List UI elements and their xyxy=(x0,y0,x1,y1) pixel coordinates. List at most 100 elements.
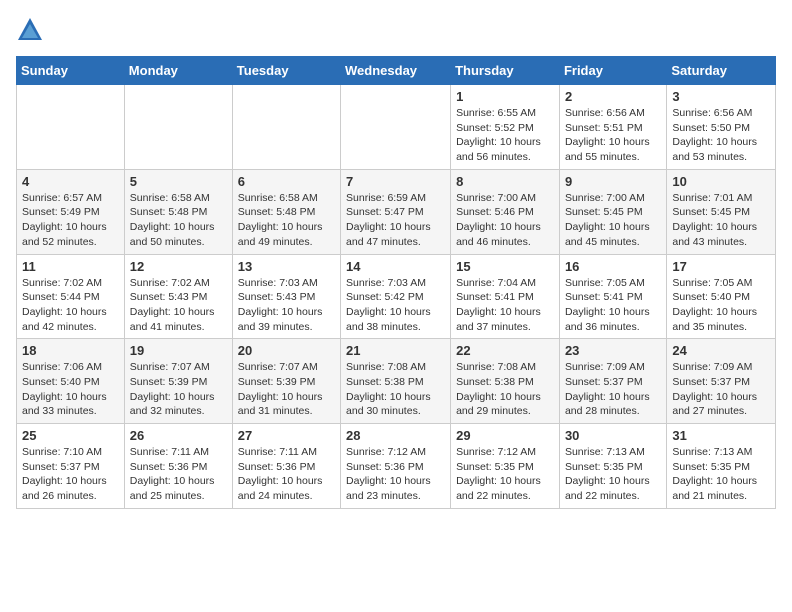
calendar-cell: 25 Sunrise: 7:10 AMSunset: 5:37 PMDayligh… xyxy=(17,424,125,509)
day-number: 25 xyxy=(22,428,119,443)
day-number: 15 xyxy=(456,259,554,274)
day-number: 1 xyxy=(456,89,554,104)
day-number: 6 xyxy=(238,174,335,189)
calendar-cell: 5 Sunrise: 6:58 AMSunset: 5:48 PMDaylight… xyxy=(124,169,232,254)
logo xyxy=(16,16,46,44)
calendar-cell: 13 Sunrise: 7:03 AMSunset: 5:43 PMDayligh… xyxy=(232,254,340,339)
page-header xyxy=(16,16,776,44)
calendar-cell: 11 Sunrise: 7:02 AMSunset: 5:44 PMDayligh… xyxy=(17,254,125,339)
day-info: Sunrise: 7:02 AMSunset: 5:44 PMDaylight:… xyxy=(22,276,119,335)
calendar-cell xyxy=(17,85,125,170)
day-info: Sunrise: 7:02 AMSunset: 5:43 PMDaylight:… xyxy=(130,276,227,335)
weekday-header: Tuesday xyxy=(232,57,340,85)
day-info: Sunrise: 7:07 AMSunset: 5:39 PMDaylight:… xyxy=(238,360,335,419)
day-number: 7 xyxy=(346,174,445,189)
day-number: 14 xyxy=(346,259,445,274)
day-info: Sunrise: 7:13 AMSunset: 5:35 PMDaylight:… xyxy=(565,445,661,504)
weekday-header: Friday xyxy=(559,57,666,85)
day-info: Sunrise: 6:56 AMSunset: 5:50 PMDaylight:… xyxy=(672,106,770,165)
calendar-cell: 29Sunrise: 7:12 AMSunset: 5:35 PMDayligh… xyxy=(451,424,560,509)
day-info: Sunrise: 7:03 AMSunset: 5:43 PMDaylight:… xyxy=(238,276,335,335)
day-number: 13 xyxy=(238,259,335,274)
calendar-cell: 4 Sunrise: 6:57 AMSunset: 5:49 PMDaylight… xyxy=(17,169,125,254)
weekday-header: Thursday xyxy=(451,57,560,85)
calendar-table: SundayMondayTuesdayWednesdayThursdayFrid… xyxy=(16,56,776,509)
day-number: 26 xyxy=(130,428,227,443)
calendar-header-row: SundayMondayTuesdayWednesdayThursdayFrid… xyxy=(17,57,776,85)
day-info: Sunrise: 6:57 AMSunset: 5:49 PMDaylight:… xyxy=(22,191,119,250)
day-info: Sunrise: 6:58 AMSunset: 5:48 PMDaylight:… xyxy=(130,191,227,250)
weekday-header: Saturday xyxy=(667,57,776,85)
calendar-cell: 21 Sunrise: 7:08 AMSunset: 5:38 PMDayligh… xyxy=(341,339,451,424)
day-info: Sunrise: 6:55 AMSunset: 5:52 PMDaylight:… xyxy=(456,106,554,165)
calendar-cell: 15 Sunrise: 7:04 AMSunset: 5:41 PMDayligh… xyxy=(451,254,560,339)
calendar-cell: 2 Sunrise: 6:56 AMSunset: 5:51 PMDaylight… xyxy=(559,85,666,170)
day-number: 8 xyxy=(456,174,554,189)
day-number: 27 xyxy=(238,428,335,443)
calendar-cell: 22Sunrise: 7:08 AMSunset: 5:38 PMDayligh… xyxy=(451,339,560,424)
calendar-cell: 12 Sunrise: 7:02 AMSunset: 5:43 PMDayligh… xyxy=(124,254,232,339)
day-number: 30 xyxy=(565,428,661,443)
day-number: 5 xyxy=(130,174,227,189)
day-info: Sunrise: 7:04 AMSunset: 5:41 PMDaylight:… xyxy=(456,276,554,335)
day-number: 16 xyxy=(565,259,661,274)
day-info: Sunrise: 7:13 AMSunset: 5:35 PMDaylight:… xyxy=(672,445,770,504)
day-number: 31 xyxy=(672,428,770,443)
logo-icon xyxy=(16,16,44,44)
day-info: Sunrise: 7:05 AMSunset: 5:40 PMDaylight:… xyxy=(672,276,770,335)
day-info: Sunrise: 6:56 AMSunset: 5:51 PMDaylight:… xyxy=(565,106,661,165)
day-info: Sunrise: 7:09 AMSunset: 5:37 PMDaylight:… xyxy=(565,360,661,419)
day-info: Sunrise: 7:12 AMSunset: 5:35 PMDaylight:… xyxy=(456,445,554,504)
weekday-header: Sunday xyxy=(17,57,125,85)
day-info: Sunrise: 7:06 AMSunset: 5:40 PMDaylight:… xyxy=(22,360,119,419)
calendar-cell: 30 Sunrise: 7:13 AMSunset: 5:35 PMDayligh… xyxy=(559,424,666,509)
day-number: 18 xyxy=(22,343,119,358)
calendar-cell xyxy=(341,85,451,170)
day-info: Sunrise: 7:08 AMSunset: 5:38 PMDaylight:… xyxy=(456,360,554,419)
calendar-cell xyxy=(124,85,232,170)
day-info: Sunrise: 7:03 AMSunset: 5:42 PMDaylight:… xyxy=(346,276,445,335)
calendar-cell: 1 Sunrise: 6:55 AMSunset: 5:52 PMDaylight… xyxy=(451,85,560,170)
day-info: Sunrise: 7:01 AMSunset: 5:45 PMDaylight:… xyxy=(672,191,770,250)
calendar-cell: 20 Sunrise: 7:07 AMSunset: 5:39 PMDayligh… xyxy=(232,339,340,424)
day-number: 12 xyxy=(130,259,227,274)
day-number: 21 xyxy=(346,343,445,358)
day-info: Sunrise: 6:58 AMSunset: 5:48 PMDaylight:… xyxy=(238,191,335,250)
day-info: Sunrise: 7:00 AMSunset: 5:46 PMDaylight:… xyxy=(456,191,554,250)
day-info: Sunrise: 7:05 AMSunset: 5:41 PMDaylight:… xyxy=(565,276,661,335)
calendar-cell: 14 Sunrise: 7:03 AMSunset: 5:42 PMDayligh… xyxy=(341,254,451,339)
day-info: Sunrise: 7:10 AMSunset: 5:37 PMDaylight:… xyxy=(22,445,119,504)
calendar-week-row: 1 Sunrise: 6:55 AMSunset: 5:52 PMDaylight… xyxy=(17,85,776,170)
calendar-week-row: 25 Sunrise: 7:10 AMSunset: 5:37 PMDayligh… xyxy=(17,424,776,509)
day-info: Sunrise: 7:00 AMSunset: 5:45 PMDaylight:… xyxy=(565,191,661,250)
calendar-week-row: 4 Sunrise: 6:57 AMSunset: 5:49 PMDaylight… xyxy=(17,169,776,254)
day-number: 24 xyxy=(672,343,770,358)
calendar-cell xyxy=(232,85,340,170)
calendar-cell: 28Sunrise: 7:12 AMSunset: 5:36 PMDayligh… xyxy=(341,424,451,509)
calendar-cell: 7Sunrise: 6:59 AMSunset: 5:47 PMDaylight… xyxy=(341,169,451,254)
weekday-header: Monday xyxy=(124,57,232,85)
calendar-week-row: 18 Sunrise: 7:06 AMSunset: 5:40 PMDayligh… xyxy=(17,339,776,424)
day-number: 4 xyxy=(22,174,119,189)
day-info: Sunrise: 7:08 AMSunset: 5:38 PMDaylight:… xyxy=(346,360,445,419)
calendar-cell: 24Sunrise: 7:09 AMSunset: 5:37 PMDayligh… xyxy=(667,339,776,424)
calendar-cell: 17 Sunrise: 7:05 AMSunset: 5:40 PMDayligh… xyxy=(667,254,776,339)
calendar-cell: 6 Sunrise: 6:58 AMSunset: 5:48 PMDaylight… xyxy=(232,169,340,254)
day-number: 20 xyxy=(238,343,335,358)
day-info: Sunrise: 7:11 AMSunset: 5:36 PMDaylight:… xyxy=(238,445,335,504)
day-number: 9 xyxy=(565,174,661,189)
day-number: 17 xyxy=(672,259,770,274)
calendar-cell: 19Sunrise: 7:07 AMSunset: 5:39 PMDayligh… xyxy=(124,339,232,424)
calendar-cell: 27 Sunrise: 7:11 AMSunset: 5:36 PMDayligh… xyxy=(232,424,340,509)
day-number: 3 xyxy=(672,89,770,104)
calendar-cell: 9 Sunrise: 7:00 AMSunset: 5:45 PMDaylight… xyxy=(559,169,666,254)
calendar-cell: 23 Sunrise: 7:09 AMSunset: 5:37 PMDayligh… xyxy=(559,339,666,424)
calendar-cell: 18 Sunrise: 7:06 AMSunset: 5:40 PMDayligh… xyxy=(17,339,125,424)
day-number: 11 xyxy=(22,259,119,274)
day-number: 19 xyxy=(130,343,227,358)
calendar-cell: 16 Sunrise: 7:05 AMSunset: 5:41 PMDayligh… xyxy=(559,254,666,339)
calendar-week-row: 11 Sunrise: 7:02 AMSunset: 5:44 PMDayligh… xyxy=(17,254,776,339)
day-number: 23 xyxy=(565,343,661,358)
day-info: Sunrise: 7:11 AMSunset: 5:36 PMDaylight:… xyxy=(130,445,227,504)
day-number: 2 xyxy=(565,89,661,104)
